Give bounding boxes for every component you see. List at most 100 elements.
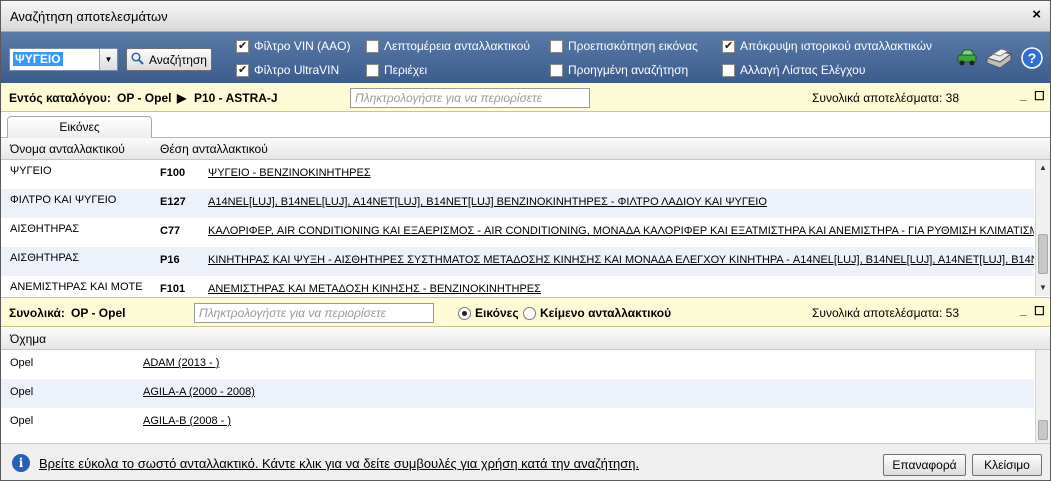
parts-scrollbar[interactable]: ▲ ▼ (1035, 160, 1050, 296)
search-combobox[interactable]: ΨΥΓΕΙΟ ▼ (9, 48, 118, 71)
radio-button[interactable] (523, 306, 536, 320)
vehicle-scrollbar[interactable] (1035, 350, 1050, 443)
checkbox-contains[interactable]: Περιέχει (366, 63, 427, 77)
radio-part-text[interactable]: Κείμενο ανταλλακτικού (523, 306, 671, 320)
checkbox-box[interactable] (722, 39, 735, 53)
column-header-vehicle[interactable]: Όχημα (10, 332, 46, 346)
maximize-icon[interactable]: ☐ (1034, 304, 1045, 318)
tab-strip: Εικόνες (1, 112, 1050, 139)
checkbox-label: Φίλτρο UltraVIN (254, 63, 340, 77)
checkbox-label: Προεπισκόπηση εικόνας (568, 39, 698, 53)
summary-label: Συνολικά: (9, 306, 65, 320)
breadcrumb-arrow-icon: ▶ (177, 91, 187, 105)
checkbox-box[interactable] (366, 39, 379, 53)
table-row[interactable]: Opel AGILA-B (2008 - ) (1, 408, 1034, 437)
part-code: P16 (160, 254, 180, 266)
catalog-bar: Εντός καταλόγου: OP - Opel ▶ P10 - ASTRA… (1, 83, 1050, 112)
scroll-up-icon[interactable]: ▲ (1036, 161, 1050, 175)
part-code: C77 (160, 225, 181, 237)
checkbox-box[interactable] (366, 63, 379, 77)
checkbox-box[interactable] (236, 39, 249, 53)
checkbox-box[interactable] (236, 63, 249, 77)
vehicle-model-link[interactable]: ADAM (2013 - ) (143, 357, 219, 369)
vehicle-model-link[interactable]: AGILA-A (2000 - 2008) (143, 386, 255, 398)
search-button[interactable]: Αναζήτηση (126, 48, 212, 71)
checkbox-box[interactable] (550, 63, 563, 77)
reset-button[interactable]: Επαναφορά (883, 454, 966, 476)
scroll-down-icon[interactable]: ▼ (1036, 281, 1050, 295)
checkbox-part-detail[interactable]: Λεπτομέρεια ανταλλακτικού (366, 39, 530, 53)
part-location-link[interactable]: ΚΑΛΟΡΙΦΕΡ, AIR CONDITIONING ΚΑΙ ΕΞΑΕΡΙΣΜ… (208, 225, 1034, 237)
column-header-part-name[interactable]: Όνομα ανταλλακτικού (10, 142, 125, 156)
summary-bar: Συνολικά: OP - Opel Πληκτρολογήστε για ν… (1, 297, 1050, 327)
radio-label: Εικόνες (475, 306, 519, 320)
checkbox-label: Περιέχει (384, 63, 428, 77)
part-name: ΨΥΓΕΙΟ (10, 165, 52, 177)
help-icon[interactable]: ? (1021, 47, 1043, 69)
minimize-icon[interactable]: _ (1020, 303, 1027, 317)
close-button[interactable]: Κλείσιμο (972, 454, 1042, 476)
column-header-part-location[interactable]: Θέση ανταλλακτικού (160, 142, 268, 156)
tab-images[interactable]: Εικόνες (7, 116, 152, 139)
vehicle-make: Opel (10, 357, 34, 369)
catalog-total-results: Συνολικά αποτελέσματα: 38 (812, 91, 959, 105)
catalog-filter-input[interactable]: Πληκτρολογήστε για να περιορίσετε (350, 88, 590, 108)
summary-filter-input[interactable]: Πληκτρολογήστε για να περιορίσετε (194, 303, 434, 323)
vehicle-model-link[interactable]: AGILA-B (2008 - ) (143, 415, 231, 427)
vehicle-table-header: Όχημα (1, 328, 1050, 350)
part-code: E127 (160, 196, 186, 208)
table-row[interactable]: Opel ADAM (2013 - ) (1, 350, 1034, 379)
part-name: ΑΝΕΜΙΣΤΗΡΑΣ ΚΑΙ ΜΟΤΕ (10, 281, 143, 293)
part-name: ΑΙΣΘΗΤΗΡΑΣ (10, 223, 80, 235)
summary-catalog[interactable]: OP - Opel (71, 306, 125, 320)
search-input[interactable]: ΨΥΓΕΙΟ (13, 52, 63, 66)
window-title: Αναζήτηση αποτελεσμάτων (10, 9, 168, 24)
checkbox-label: Λεπτομέρεια ανταλλακτικού (384, 39, 530, 53)
parts-table: ΨΥΓΕΙΟ F100 ΨΥΓΕΙΟ - ΒΕΝΖΙΝΟΚΙΝΗΤΗΡΕΣ ΦΙ… (1, 160, 1050, 296)
radio-images[interactable]: Εικόνες (458, 306, 519, 320)
search-tips-link[interactable]: Βρείτε εύκολα το σωστό ανταλλακτικό. Κάν… (39, 456, 639, 471)
search-button-label: Αναζήτηση (149, 53, 207, 67)
minimize-icon[interactable]: _ (1020, 88, 1027, 102)
part-location-link[interactable]: A14NEL[LUJ], B14NEL[LUJ], A14NET[LUJ], B… (208, 196, 1034, 208)
chevron-down-icon[interactable]: ▼ (99, 49, 117, 70)
table-row[interactable]: ΑΙΣΘΗΤΗΡΑΣ C77 ΚΑΛΟΡΙΦΕΡ, AIR CONDITIONI… (1, 218, 1034, 247)
checkbox-label: Προηγμένη αναζήτηση (568, 63, 689, 77)
maximize-icon[interactable]: ☐ (1034, 89, 1045, 103)
catalog-model[interactable]: P10 - ASTRA-J (194, 91, 278, 105)
radio-button[interactable] (458, 306, 471, 320)
checkbox-change-checklist[interactable]: Αλλαγή Λίστας Ελέγχου (722, 63, 865, 77)
close-icon[interactable]: × (1032, 6, 1041, 23)
catalog-name[interactable]: OP - Opel (117, 91, 171, 105)
checkbox-label: Αλλαγή Λίστας Ελέγχου (740, 63, 866, 77)
scroll-thumb[interactable] (1038, 420, 1048, 440)
part-name: ΑΙΣΘΗΤΗΡΑΣ (10, 252, 80, 264)
part-location-link[interactable]: ΑΝΕΜΙΣΤΗΡΑΣ ΚΑΙ ΜΕΤΑΔΟΣΗ ΚΙΝΗΣΗΣ - ΒΕΝΖΙ… (208, 283, 1034, 295)
scroll-thumb[interactable] (1038, 234, 1048, 274)
table-row[interactable]: ΑΝΕΜΙΣΤΗΡΑΣ ΚΑΙ ΜΟΤΕ F101 ΑΝΕΜΙΣΤΗΡΑΣ ΚΑ… (1, 276, 1034, 296)
title-bar: Αναζήτηση αποτελεσμάτων × (1, 1, 1050, 32)
part-location-link[interactable]: ΚΙΝΗΤΗΡΑΣ ΚΑΙ ΨΥΞΗ - ΑΙΣΘΗΤΗΡΕΣ ΣΥΣΤΗΜΑΤ… (208, 254, 1034, 266)
part-code: F101 (160, 283, 186, 295)
checkbox-ultravin-filter[interactable]: Φίλτρο UltraVIN (236, 63, 339, 77)
part-location-link[interactable]: ΨΥΓΕΙΟ - ΒΕΝΖΙΝΟΚΙΝΗΤΗΡΕΣ (208, 167, 1034, 179)
checkbox-image-preview[interactable]: Προεπισκόπηση εικόνας (550, 39, 698, 53)
table-row[interactable]: ΨΥΓΕΙΟ F100 ΨΥΓΕΙΟ - ΒΕΝΖΙΝΟΚΙΝΗΤΗΡΕΣ (1, 160, 1034, 189)
table-row[interactable]: ΦΙΛΤΡΟ ΚΑΙ ΨΥΓΕΙΟ E127 A14NEL[LUJ], B14N… (1, 189, 1034, 218)
table-row[interactable]: ΑΙΣΘΗΤΗΡΑΣ P16 ΚΙΝΗΤΗΡΑΣ ΚΑΙ ΨΥΞΗ - ΑΙΣΘ… (1, 247, 1034, 276)
checkbox-hide-history[interactable]: Απόκρυψη ιστορικού ανταλλακτικών (722, 39, 932, 53)
footer: i Βρείτε εύκολα το σωστό ανταλλακτικό. Κ… (1, 443, 1050, 480)
checkbox-box[interactable] (550, 39, 563, 53)
checkbox-label: Φίλτρο VIN (AAO) (254, 39, 351, 53)
vehicle-table: Opel ADAM (2013 - ) Opel AGILA-A (2000 -… (1, 350, 1050, 443)
vehicle-make: Opel (10, 415, 34, 427)
info-icon: i (12, 454, 30, 472)
svg-text:?: ? (1028, 50, 1037, 66)
toolbar: ΨΥΓΕΙΟ ▼ Αναζήτηση Φίλτρο VIN (AAO) Λεπτ… (1, 32, 1050, 83)
checkbox-vin-filter[interactable]: Φίλτρο VIN (AAO) (236, 39, 351, 53)
checkbox-box[interactable] (722, 63, 735, 77)
table-row[interactable]: Opel AGILA-A (2000 - 2008) (1, 379, 1034, 408)
checkbox-advanced-search[interactable]: Προηγμένη αναζήτηση (550, 63, 688, 77)
printer-icon[interactable] (984, 46, 1014, 70)
car-icon[interactable] (956, 46, 978, 68)
